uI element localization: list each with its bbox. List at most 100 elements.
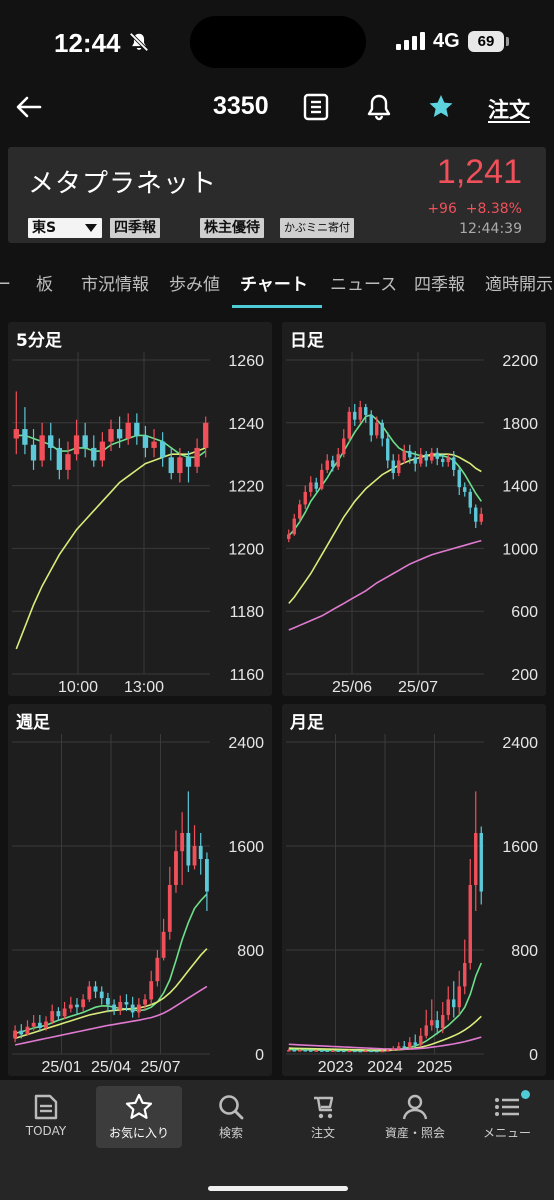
bottom-nav-search-label: 検索	[218, 1126, 243, 1140]
candle-body	[408, 1042, 412, 1048]
bottom-nav-today[interactable]: TODAY	[3, 1086, 89, 1148]
candle-body	[50, 1011, 55, 1022]
change-value: +96	[427, 201, 457, 217]
bottom-nav-today-label: TODAY	[25, 1124, 67, 1138]
chart-monthly-title: 月足	[290, 713, 324, 733]
stock-name: メタプラネット	[28, 169, 218, 199]
chart-weekly-svg: 2400 1600 800 0 25/01 25/04 25/07	[12, 734, 264, 1076]
document-icon[interactable]	[302, 92, 330, 122]
candle-body	[298, 1050, 302, 1052]
y-tick-label: 1180	[230, 604, 265, 621]
tab-shikiho[interactable]: 四季報	[414, 270, 465, 295]
favorite-star-icon[interactable]	[427, 92, 455, 122]
candle-body	[364, 407, 368, 415]
badge-kabumini[interactable]: かぶミニ寄付	[280, 218, 354, 238]
tab-bar: ー 板 市況情報 歩み値 チャート ニュース 四季報 適時開示	[0, 258, 554, 308]
candle-body	[347, 411, 351, 439]
candle-body	[408, 451, 412, 458]
candle-body	[391, 1048, 395, 1051]
candle-body	[68, 1004, 73, 1009]
badge-shikiho[interactable]: 四季報	[110, 218, 160, 238]
chart-weekly[interactable]: 2400 1600 800 0 25/01 25/04 25/07 週足	[8, 704, 272, 1076]
x-tick-label: 25/06	[332, 679, 372, 696]
tab-trades[interactable]: 歩み値	[169, 270, 220, 295]
candle-body	[186, 833, 191, 866]
candle-body	[397, 1046, 401, 1049]
y-tick-label: 600	[511, 604, 538, 621]
tab-chart[interactable]: チャート	[240, 270, 308, 295]
candle-body	[298, 504, 302, 519]
candle-body	[353, 411, 357, 420]
candle-body	[424, 1025, 428, 1036]
tab-board[interactable]: 板	[36, 270, 53, 295]
tab-disclosure[interactable]: 適時開示	[485, 270, 553, 295]
candle-body	[155, 957, 160, 982]
order-link[interactable]: 注文	[488, 94, 530, 124]
candle-body	[435, 1020, 439, 1028]
y-tick-label: 1240	[228, 416, 264, 433]
chart-monthly[interactable]: 2400 1600 800 0 2023 2024 2025 月足	[282, 704, 546, 1076]
bottom-nav-order[interactable]: 注文	[280, 1086, 366, 1148]
home-indicator	[208, 1186, 348, 1191]
search-icon	[219, 1095, 244, 1120]
candle-body	[479, 833, 483, 892]
candle-body	[93, 986, 98, 992]
tab-prev[interactable]: ー	[0, 270, 11, 295]
y-tick-label: 2400	[502, 735, 538, 752]
candle-body	[130, 1004, 135, 1013]
candle-body	[452, 457, 456, 470]
y-tick-label: 800	[511, 943, 538, 960]
candle-body	[452, 999, 456, 1008]
bottom-nav-assets-label: 資産・照会	[384, 1126, 445, 1140]
bottom-nav-favorites[interactable]: お気に入り	[96, 1086, 182, 1148]
candle-body	[22, 429, 28, 445]
cart-icon	[314, 1096, 334, 1119]
tab-news[interactable]: ニュース	[330, 270, 397, 295]
battery-tip	[506, 37, 509, 46]
candle-body	[413, 1042, 417, 1045]
candle-body	[331, 460, 335, 467]
chart-5min[interactable]: 1260 1240 1220 1200 1180 1160 10:00 13:00 5分足	[8, 322, 272, 696]
candle-body	[65, 454, 71, 470]
x-tick-label: 25/07	[398, 679, 438, 696]
candle-body	[142, 435, 149, 448]
candle-body	[320, 1050, 324, 1052]
candle-body	[336, 1050, 340, 1052]
tab-market-info[interactable]: 市況情報	[81, 270, 149, 295]
candle-body	[314, 482, 318, 489]
candle-body	[402, 451, 406, 461]
bottom-nav-search[interactable]: 検索	[188, 1086, 274, 1148]
candle-body	[309, 482, 313, 492]
candle-body	[375, 422, 379, 436]
candle-body	[435, 452, 439, 459]
candle-body	[87, 986, 92, 1000]
bottom-nav-menu[interactable]: メニュー	[464, 1086, 550, 1148]
candle-body	[81, 999, 86, 1008]
back-arrow-icon[interactable]	[14, 92, 44, 122]
status-bar: 12:44 4G 69	[0, 0, 554, 80]
candle-body	[419, 1035, 423, 1045]
change-percent: +8.38%	[465, 201, 522, 217]
candle-body	[419, 454, 423, 464]
candle-body	[347, 1050, 351, 1053]
bottom-nav-assets[interactable]: 資産・照会	[372, 1086, 458, 1148]
candle-body	[446, 457, 450, 463]
y-tick-label: 1600	[502, 839, 538, 856]
candle-body	[430, 1020, 434, 1026]
candle-body	[463, 963, 467, 987]
candle-body	[402, 1046, 406, 1048]
candle-body	[204, 859, 209, 892]
y-tick-label: 1260	[228, 353, 264, 370]
candle-body	[48, 435, 54, 448]
candle-body	[331, 1050, 335, 1052]
candle-body	[320, 469, 324, 489]
candle-body	[19, 1030, 24, 1035]
candle-body	[358, 1050, 362, 1053]
chart-daily[interactable]: 2200 1800 1400 1000 600 200 25/06 25/07 日足	[282, 322, 546, 696]
market-select[interactable]: 東S	[28, 218, 102, 238]
market-label: 東S	[32, 220, 57, 236]
candle-body	[82, 435, 88, 448]
candle-body	[91, 447, 97, 461]
bell-icon[interactable]	[365, 92, 393, 122]
badge-yutai[interactable]: 株主優待	[200, 218, 264, 238]
